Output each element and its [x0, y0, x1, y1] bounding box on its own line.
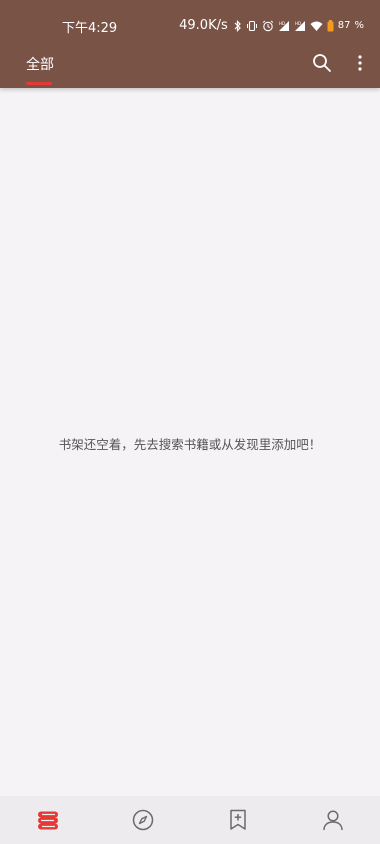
person-icon [322, 810, 343, 831]
tab-indicator [26, 82, 52, 85]
battery-level: 87 [337, 20, 351, 31]
more-options-button[interactable] [350, 50, 370, 76]
search-icon [313, 54, 331, 72]
nav-bookmarks[interactable] [190, 796, 285, 844]
signal-hd-icon: HD [278, 20, 289, 31]
svg-text:HD: HD [279, 21, 285, 26]
status-bar: 下午4:29 49.0K/s HD HD 87 % [0, 0, 380, 50]
battery-icon [327, 19, 334, 31]
nav-bookshelf[interactable] [0, 796, 95, 844]
wifi-icon [310, 21, 323, 31]
empty-bookshelf-message: 书架还空着，先去搜索书籍或从发现里添加吧！ [58, 437, 322, 452]
status-time: 下午4:29 [62, 21, 118, 36]
svg-text:HD: HD [295, 21, 301, 26]
nav-discover[interactable] [95, 796, 190, 844]
nav-profile[interactable] [285, 796, 380, 844]
app-header: 下午4:29 49.0K/s HD HD 87 % 全部 [0, 0, 380, 88]
tab-all[interactable]: 全部 [26, 54, 54, 74]
toolbar: 全部 [0, 50, 380, 88]
alarm-icon [262, 20, 274, 31]
vibrate-icon [246, 20, 257, 31]
bottom-navigation [0, 796, 380, 844]
search-button[interactable] [309, 50, 335, 76]
compass-icon [132, 809, 153, 831]
bookmark-add-icon [229, 809, 246, 830]
battery-unit: % [354, 20, 364, 31]
bluetooth-icon [234, 19, 241, 32]
signal-icon: HD [294, 20, 305, 31]
bookshelf-icon [37, 811, 58, 830]
more-vert-icon [358, 55, 362, 71]
status-icons: 49.0K/s HD HD 87 % [179, 18, 364, 33]
network-speed: 49.0K/s [179, 18, 228, 33]
